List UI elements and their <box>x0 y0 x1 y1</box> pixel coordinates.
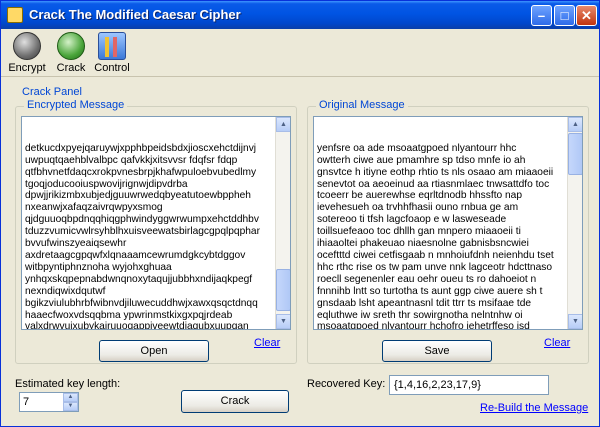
encrypted-message-title: Encrypted Message <box>24 99 128 111</box>
original-text-line: toillsuefeaoo toc dhllh gan mnpero miaao… <box>317 226 521 238</box>
original-text-line: senevtot oa aeoeinud aa rtiasnmlaec tnws… <box>317 178 550 190</box>
encrypted-text-line: haaecfwoxvdsqqbma ypwrinmstkixgxpqjrdeab <box>25 309 233 321</box>
encrypted-text-line: qtfbhvnetfdaqcxrokpvnesbrpjkhafwpuloebvu… <box>25 166 257 178</box>
encrypted-text-line: valxdrwvujxubykajruuoqappjveewtdjaqubxuu… <box>25 321 249 330</box>
original-text-line: gnsdaab lsht apeantnasnl tdit ttrr ts ms… <box>317 297 532 309</box>
original-text-line: tcoeerr be auerewhse eqrltdnodb hhssfto … <box>317 190 523 202</box>
clear-encrypted-link[interactable]: Clear <box>254 337 280 349</box>
encrypted-text-line: qjdguuoqbpdnqqhiqgphwindyggwrwumpxehctdd… <box>25 214 259 226</box>
original-text-line: yenfsre oa ade msoaatgpoed nlyantourr hh… <box>317 142 517 154</box>
encrypted-text-line: nexndiqwixdqutwf <box>25 285 106 297</box>
original-text-line: fnnnihb lntt so turtotha ts aunt ggp ciw… <box>317 285 543 297</box>
scroll-up-arrow-icon[interactable]: ▲ <box>276 117 290 132</box>
crack-icon <box>57 32 85 60</box>
recovered-key-field[interactable]: {1,4,16,2,23,17,9} <box>389 375 549 395</box>
clear-original-link[interactable]: Clear <box>544 337 570 349</box>
rebuild-message-link[interactable]: Re-Build the Message <box>480 402 588 414</box>
main-window: Crack The Modified Caesar Cipher – □ ✕ E… <box>0 0 600 427</box>
original-message-textarea[interactable]: yenfsre oa ade msoaatgpoed nlyantourr hh… <box>313 116 583 330</box>
toolbar-encrypt-label: Encrypt <box>8 62 46 74</box>
toolbar-control-button[interactable]: Control <box>91 32 133 74</box>
toolbar-encrypt-button[interactable]: Encrypt <box>7 32 47 74</box>
encrypted-text-line: bgikzviulubhrbfwibnvdjiluwecuddhwjxawxqs… <box>25 297 258 309</box>
original-scrollbar[interactable]: ▲ ▼ <box>567 117 582 329</box>
original-text-line: msoaatgpoed nlyantourr hchofro iehetrffe… <box>317 321 530 330</box>
encrypted-text-line: axdretaagcgpqwfxlqnaaamcewrumdgkcybtdggo… <box>25 249 246 261</box>
encrypted-scrollbar[interactable]: ▲ ▼ <box>275 117 290 329</box>
toolbar-crack-button[interactable]: Crack <box>53 32 89 74</box>
encrypt-icon <box>13 32 41 60</box>
toolbar: Encrypt Crack Control <box>1 29 599 77</box>
scrollbar-thumb[interactable] <box>568 133 582 175</box>
toolbar-control-label: Control <box>94 62 130 74</box>
control-icon <box>98 32 126 60</box>
recovered-key-label: Recovered Key: <box>307 378 386 390</box>
maximize-button[interactable]: □ <box>554 5 575 26</box>
original-message-group: Original Message yenfsre oa ade msoaatgp… <box>307 99 589 364</box>
encrypted-message-group: Encrypted Message detkucdxpyejqaruywjxpp… <box>15 99 297 364</box>
encrypted-text-line: ynhqxskqpepnabdwnqnoxytaqujjubbhxndijaqk… <box>25 273 253 285</box>
original-text-line: eqluthwe iw sreth thr sowirgnotha nelntn… <box>317 309 523 321</box>
close-button[interactable]: ✕ <box>576 5 597 26</box>
encrypted-text-line: dpwjjrikizmbxubjedjguuwrwedqbyeatutoewbp… <box>25 190 251 202</box>
app-icon <box>7 7 23 23</box>
encrypted-text-line: nxeanwjxafaqzaivrqwpyxsmog <box>25 202 163 214</box>
encrypted-text-line: tduzzvumicvwlrsyhblhxuisveewatsbirlagcgp… <box>25 226 260 238</box>
scroll-up-arrow-icon[interactable]: ▲ <box>568 117 582 132</box>
encrypted-message-text: detkucdxpyejqaruywjxpphbpeidsbdxjioscxeh… <box>25 142 274 330</box>
encrypted-text-line: bvvufwinszyeaiqsewhr <box>25 238 127 250</box>
spin-down-arrow-icon[interactable]: ▼ <box>63 402 78 411</box>
scroll-down-arrow-icon[interactable]: ▼ <box>276 314 290 329</box>
open-button[interactable]: Open <box>99 340 209 362</box>
key-length-value[interactable]: 7 <box>23 396 29 408</box>
minimize-button[interactable]: – <box>531 5 552 26</box>
original-text-line: ievehesueh oa trvhhfhasii ouno rnbua ge … <box>317 202 519 214</box>
original-text-line: gnsvtce h itiyne eothp rhtio ts nls osaa… <box>317 166 554 178</box>
encrypted-message-textarea[interactable]: detkucdxpyejqaruywjxpphbpeidsbdxjioscxeh… <box>21 116 291 330</box>
original-text-line: ihiaaoltei phakeuao niaesnolne gabnisbsn… <box>317 238 529 250</box>
key-length-spinner[interactable]: 7 ▲ ▼ <box>19 392 79 412</box>
original-message-title: Original Message <box>316 99 408 111</box>
encrypted-text-line: detkucdxpyejqaruywjxpphbpeidsbdxjioscxeh… <box>25 142 257 154</box>
scrollbar-thumb[interactable] <box>276 269 290 311</box>
original-text-line: roecll segenenler eau oehr oueu ts ro da… <box>317 273 537 285</box>
spin-up-arrow-icon[interactable]: ▲ <box>63 393 78 402</box>
scroll-down-arrow-icon[interactable]: ▼ <box>568 314 582 329</box>
original-message-text: yenfsre oa ade msoaatgpoed nlyantourr hh… <box>317 142 566 330</box>
toolbar-crack-label: Crack <box>56 62 86 74</box>
crack-panel-title: Crack Panel <box>19 86 85 98</box>
encrypted-text-line: witbpyntiphnznoha wyjohxghuaa <box>25 261 172 273</box>
crack-button[interactable]: Crack <box>181 390 289 413</box>
save-button[interactable]: Save <box>382 340 492 362</box>
key-length-label: Estimated key length: <box>15 378 121 390</box>
original-text-line: sotereoo ti tfsh lagcfoaop e w laswesead… <box>317 214 507 226</box>
original-text-line: owtterh ciwe aue pmamhre sp tdso mnfe io… <box>317 154 526 166</box>
original-text-line: hhc rthc rise os tw pam unve nnk lagceot… <box>317 261 552 273</box>
encrypted-text-line: uwpuqtqaehblvalbpc qafvkkjxitsvvsr fdqfs… <box>25 154 238 166</box>
encrypted-text-line: tgoqjoducooiuspwovijrignwjdipvdrba <box>25 178 188 190</box>
title-bar[interactable]: Crack The Modified Caesar Cipher – □ ✕ <box>1 1 599 29</box>
original-text-line: oceftttd ciwei cetfisgaab n mnhoiufdnh n… <box>317 249 554 261</box>
window-title: Crack The Modified Caesar Cipher <box>29 7 241 22</box>
